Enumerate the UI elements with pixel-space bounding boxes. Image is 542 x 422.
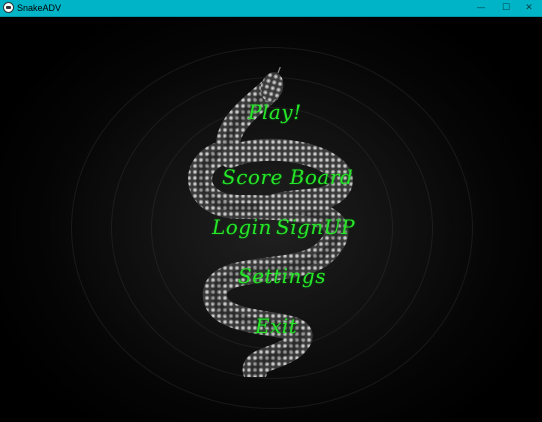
score-board-button[interactable]: Score Board: [222, 166, 353, 188]
play-button[interactable]: Play!: [248, 101, 302, 123]
app-window: SnakeADV — ☐ ✕ Play! Score Board Login S…: [0, 0, 542, 422]
minimize-button[interactable]: —: [468, 0, 494, 16]
login-button[interactable]: Login: [212, 216, 272, 238]
main-menu-screen: Play! Score Board Login SignUP Settings …: [0, 17, 542, 422]
close-button[interactable]: ✕: [516, 0, 542, 16]
exit-button[interactable]: Exit: [255, 315, 297, 337]
settings-button[interactable]: Settings: [238, 265, 326, 287]
title-bar[interactable]: SnakeADV — ☐ ✕: [0, 0, 542, 17]
app-icon: [3, 2, 14, 13]
signup-button[interactable]: SignUP: [276, 216, 355, 238]
snake-tongue: [277, 67, 281, 74]
window-title: SnakeADV: [17, 3, 62, 13]
